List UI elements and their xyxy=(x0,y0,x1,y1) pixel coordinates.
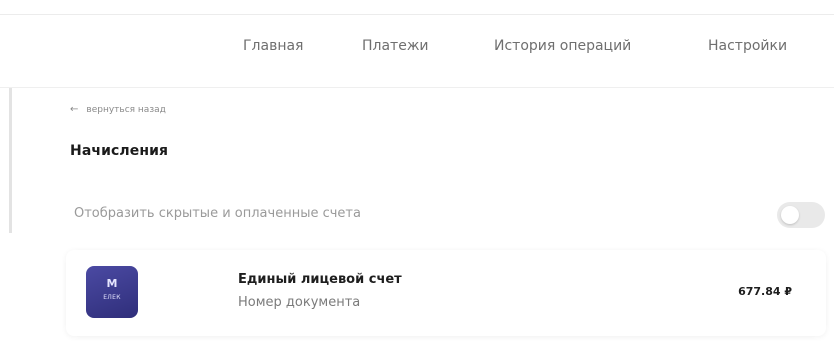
nav-item-settings[interactable]: Настройки xyxy=(708,38,787,54)
nav-item-home[interactable]: Главная xyxy=(243,38,303,54)
logo-mark: М xyxy=(106,277,118,290)
filter-label: Отобразить скрытые и оплаченные счета xyxy=(74,206,361,221)
back-link-label: вернуться назад xyxy=(86,105,166,115)
provider-logo: М ЕЛЕК xyxy=(86,266,138,318)
bill-card[interactable]: М ЕЛЕК Единый лицевой счет Номер докумен… xyxy=(66,250,826,336)
page-title: Начисления xyxy=(70,143,169,159)
bill-subtitle: Номер документа xyxy=(238,295,361,310)
main-nav: Главная Платежи История операций Настрой… xyxy=(0,38,834,68)
nav-item-payments[interactable]: Платежи xyxy=(362,38,429,54)
toggle-knob xyxy=(781,206,799,224)
left-edge-bar xyxy=(9,88,12,233)
arrow-left-icon: ← xyxy=(70,104,79,115)
back-link[interactable]: ← вернуться назад xyxy=(70,104,166,115)
logo-sub: ЕЛЕК xyxy=(103,294,121,301)
nav-divider xyxy=(0,87,834,88)
bill-title: Единый лицевой счет xyxy=(238,272,402,287)
nav-item-history[interactable]: История операций xyxy=(494,38,631,54)
top-strip xyxy=(0,0,834,15)
page: Главная Платежи История операций Настрой… xyxy=(0,0,834,353)
show-hidden-toggle[interactable] xyxy=(777,202,825,228)
bill-amount: 677.84 ₽ xyxy=(738,285,792,298)
